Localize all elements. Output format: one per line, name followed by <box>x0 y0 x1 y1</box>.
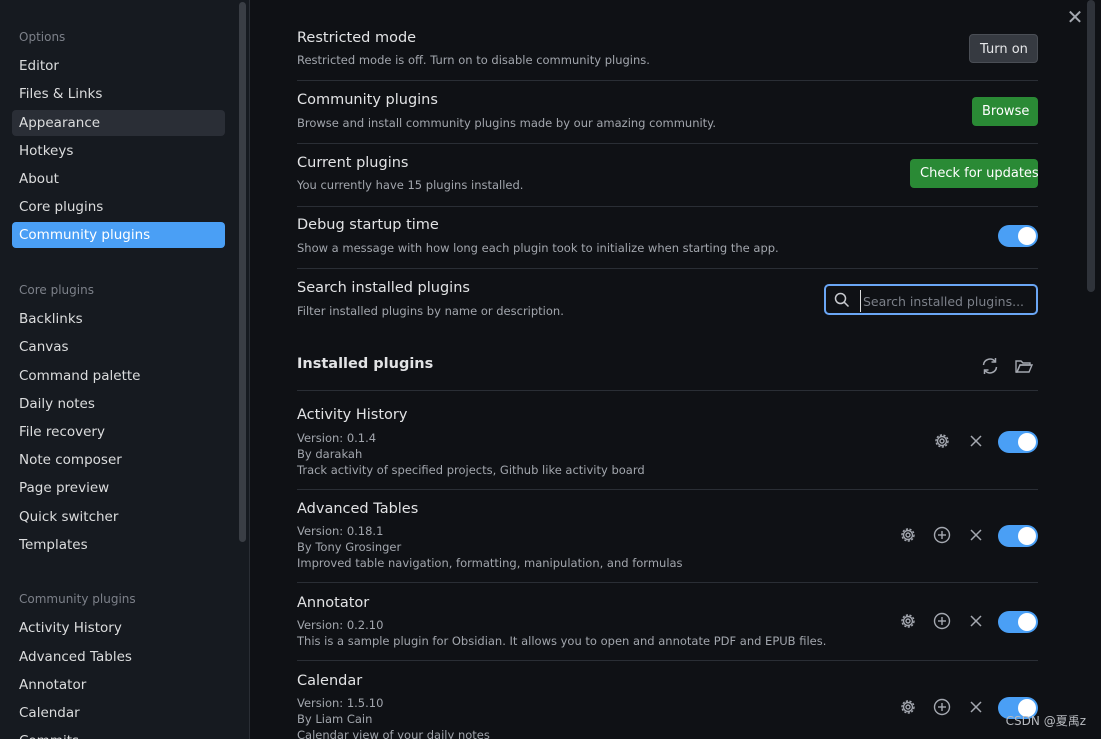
plugin-version: Version: 0.18.1 <box>297 524 384 538</box>
close-icon[interactable]: ✕ <box>1066 7 1084 27</box>
setting-debug-startup: Debug startup time Show a message with h… <box>297 207 1038 269</box>
sidebar-item-appearance[interactable]: Appearance <box>12 110 225 136</box>
setting-name: Current plugins <box>297 155 409 171</box>
plugin-version: Version: 0.2.10 <box>297 618 384 632</box>
gear-icon[interactable] <box>898 611 918 631</box>
gear-icon[interactable] <box>898 525 918 545</box>
setting-community-plugins: Community plugins Browse and install com… <box>297 81 1038 144</box>
plugin-item: Annotator Version: 0.2.10 This is a samp… <box>297 583 1038 661</box>
plugin-description: This is a sample plugin for Obsidian. It… <box>297 634 827 648</box>
sidebar-item-calendar[interactable]: Calendar <box>12 700 225 726</box>
plugin-name: Activity History <box>297 407 408 423</box>
sidebar-item-community-plugins[interactable]: Community plugins <box>12 222 225 248</box>
plugin-name: Advanced Tables <box>297 501 419 517</box>
check-for-updates-button[interactable]: Check for updates <box>910 159 1039 188</box>
sidebar-item-about[interactable]: About <box>12 166 225 192</box>
plugin-description: Improved table navigation, formatting, m… <box>297 556 683 570</box>
watermark-text: CSDN @夏禹z <box>1005 714 1086 728</box>
plugin-toggle[interactable] <box>998 525 1038 547</box>
sidebar-item-canvas[interactable]: Canvas <box>12 334 225 360</box>
search-plugins-input[interactable] <box>860 290 1035 312</box>
gear-icon[interactable] <box>932 431 952 451</box>
options-heading: Options <box>19 30 66 44</box>
gear-icon[interactable] <box>898 697 918 717</box>
plugin-author: By Liam Cain <box>297 712 373 726</box>
setting-name: Community plugins <box>297 92 438 108</box>
setting-description: You currently have 15 plugins installed. <box>297 178 524 192</box>
plugin-version: Version: 1.5.10 <box>297 696 384 710</box>
plugin-author: By darakah <box>297 447 363 461</box>
setting-description: Browse and install community plugins mad… <box>297 116 717 130</box>
sidebar-item-daily-notes[interactable]: Daily notes <box>12 391 225 417</box>
sidebar-item-quick-switcher[interactable]: Quick switcher <box>12 504 225 530</box>
uninstall-x-icon[interactable] <box>966 697 986 717</box>
sidebar-item-commits[interactable]: Commits <box>12 728 225 739</box>
sidebar-item-annotator[interactable]: Annotator <box>12 672 225 698</box>
uninstall-x-icon[interactable] <box>966 611 986 631</box>
setting-name: Debug startup time <box>297 217 439 233</box>
sidebar-item-file-recovery[interactable]: File recovery <box>12 419 225 445</box>
setting-description: Filter installed plugins by name or desc… <box>297 304 564 318</box>
plugin-version: Version: 0.1.4 <box>297 431 377 445</box>
uninstall-x-icon[interactable] <box>966 525 986 545</box>
plugin-description: Calendar view of your daily notes <box>297 728 490 739</box>
sidebar-scrollbar[interactable] <box>239 2 246 542</box>
turn-on-button[interactable]: Turn on <box>969 34 1038 63</box>
sidebar-item-activity-history[interactable]: Activity History <box>12 615 225 641</box>
sidebar-item-command-palette[interactable]: Command palette <box>12 363 225 389</box>
setting-name: Restricted mode <box>297 30 417 46</box>
sidebar-item-advanced-tables[interactable]: Advanced Tables <box>12 644 225 670</box>
sidebar-item-files-links[interactable]: Files & Links <box>12 81 225 107</box>
search-icon <box>834 292 850 308</box>
plugin-item: Calendar Version: 1.5.10 By Liam Cain Ca… <box>297 661 1038 739</box>
plus-circle-icon[interactable] <box>932 611 952 631</box>
toggle-knob <box>1018 227 1036 245</box>
installed-plugins-title: Installed plugins <box>297 356 434 372</box>
debug-startup-toggle[interactable] <box>998 225 1038 247</box>
sidebar-item-backlinks[interactable]: Backlinks <box>12 306 225 332</box>
toggle-knob <box>1018 433 1036 451</box>
sidebar-item-core-plugins[interactable]: Core plugins <box>12 194 225 220</box>
settings-sidebar: Options Editor Files & Links Appearance … <box>0 0 250 739</box>
setting-description: Restricted mode is off. Turn on to disab… <box>297 53 650 67</box>
installed-plugins-header: Installed plugins <box>297 350 1038 391</box>
community-plugins-heading: Community plugins <box>19 592 136 606</box>
plugin-toggle[interactable] <box>998 431 1038 453</box>
toggle-knob <box>1018 613 1036 631</box>
plugin-name: Calendar <box>297 673 363 689</box>
reload-icon[interactable] <box>980 356 1000 376</box>
plugin-name: Annotator <box>297 595 370 611</box>
settings-content: ✕ Restricted mode Restricted mode is off… <box>250 0 1101 739</box>
core-plugins-heading: Core plugins <box>19 283 94 297</box>
setting-restricted-mode: Restricted mode Restricted mode is off. … <box>297 26 1038 81</box>
sidebar-item-note-composer[interactable]: Note composer <box>12 447 225 473</box>
plus-circle-icon[interactable] <box>932 697 952 717</box>
uninstall-x-icon[interactable] <box>966 431 986 451</box>
setting-search-plugins: Search installed plugins Filter installe… <box>297 269 1038 331</box>
setting-description: Show a message with how long each plugin… <box>297 241 779 255</box>
plugin-toggle[interactable] <box>998 611 1038 633</box>
browse-button[interactable]: Browse <box>972 97 1038 126</box>
plugin-author: By Tony Grosinger <box>297 540 402 554</box>
plugin-item: Activity History Version: 0.1.4 By darak… <box>297 391 1038 490</box>
setting-current-plugins: Current plugins You currently have 15 pl… <box>297 144 1039 207</box>
toggle-knob <box>1018 527 1036 545</box>
plugin-description: Track activity of specified projects, Gi… <box>297 463 645 477</box>
sidebar-item-templates[interactable]: Templates <box>12 532 225 558</box>
sidebar-item-hotkeys[interactable]: Hotkeys <box>12 138 225 164</box>
search-plugins-box[interactable] <box>824 284 1038 315</box>
plus-circle-icon[interactable] <box>932 525 952 545</box>
setting-name: Search installed plugins <box>297 280 470 296</box>
sidebar-item-editor[interactable]: Editor <box>12 53 225 79</box>
plugin-item: Advanced Tables Version: 0.18.1 By Tony … <box>297 490 1038 583</box>
sidebar-item-page-preview[interactable]: Page preview <box>12 475 225 501</box>
content-scrollbar[interactable] <box>1087 0 1095 292</box>
folder-open-icon[interactable] <box>1014 356 1034 376</box>
